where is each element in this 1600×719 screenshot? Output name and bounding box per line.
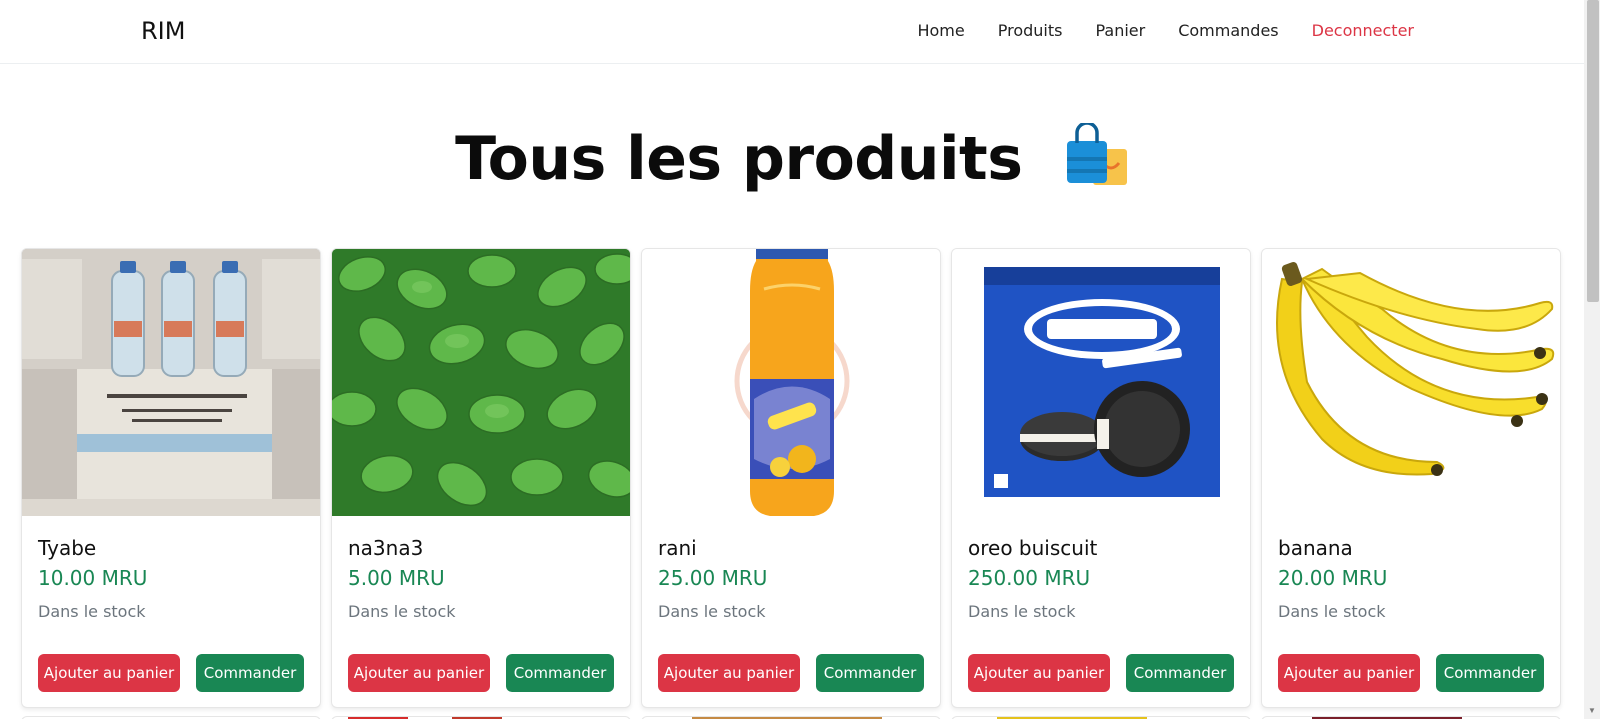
page-title: Tous les produits xyxy=(0,123,1584,195)
order-button[interactable]: Commander xyxy=(1436,654,1544,692)
add-to-cart-button[interactable]: Ajouter au panier xyxy=(38,654,180,692)
product-card-body: rani 25.00 MRU Dans le stock xyxy=(658,536,924,621)
product-name: banana xyxy=(1278,536,1353,560)
oreo-box-image[interactable] xyxy=(952,249,1250,516)
product-price: 10.00 MRU xyxy=(38,566,148,590)
product-grid: Tyabe 10.00 MRU Dans le stock Ajouter au… xyxy=(21,248,1561,708)
nav-deconnecter[interactable]: Deconnecter xyxy=(1312,21,1414,40)
product-card-body: oreo buiscuit 250.00 MRU Dans le stock xyxy=(968,536,1234,621)
product-stock-status: Dans le stock xyxy=(658,602,766,621)
product-price: 25.00 MRU xyxy=(658,566,768,590)
product-card: rani 25.00 MRU Dans le stock Ajouter au … xyxy=(641,248,941,708)
product-price: 20.00 MRU xyxy=(1278,566,1388,590)
product-card-body: Tyabe 10.00 MRU Dans le stock xyxy=(38,536,304,621)
product-stock-status: Dans le stock xyxy=(348,602,456,621)
product-stock-status: Dans le stock xyxy=(968,602,1076,621)
product-card: oreo buiscuit 250.00 MRU Dans le stock A… xyxy=(951,248,1251,708)
product-card: banana 20.00 MRU Dans le stock Ajouter a… xyxy=(1261,248,1561,708)
product-price: 250.00 MRU xyxy=(968,566,1091,590)
scroll-down-icon[interactable]: ▼ xyxy=(1588,707,1596,715)
product-name: oreo buiscuit xyxy=(968,536,1098,560)
mint-leaves-image[interactable] xyxy=(332,249,630,516)
add-to-cart-button[interactable]: Ajouter au panier xyxy=(658,654,800,692)
product-price: 5.00 MRU xyxy=(348,566,445,590)
order-button[interactable]: Commander xyxy=(816,654,924,692)
add-to-cart-button[interactable]: Ajouter au panier xyxy=(1278,654,1420,692)
product-stock-status: Dans le stock xyxy=(1278,602,1386,621)
order-button[interactable]: Commander xyxy=(196,654,304,692)
product-name: rani xyxy=(658,536,697,560)
product-card-body: banana 20.00 MRU Dans le stock xyxy=(1278,536,1544,621)
nav-home[interactable]: Home xyxy=(917,21,964,40)
nav-commandes[interactable]: Commandes xyxy=(1178,21,1278,40)
page-scrollbar[interactable]: ▼ xyxy=(1584,0,1600,719)
nav-produits[interactable]: Produits xyxy=(998,21,1063,40)
product-card: Tyabe 10.00 MRU Dans le stock Ajouter au… xyxy=(21,248,321,708)
water-bottles-image[interactable] xyxy=(22,249,320,516)
product-name: na3na3 xyxy=(348,536,424,560)
juice-bottle-image[interactable] xyxy=(642,249,940,516)
product-stock-status: Dans le stock xyxy=(38,602,146,621)
product-card-body: na3na3 5.00 MRU Dans le stock xyxy=(348,536,614,621)
order-button[interactable]: Commander xyxy=(506,654,614,692)
brand-logo[interactable]: RIM xyxy=(141,17,185,45)
navbar: RIM Home Produits Panier Commandes Decon… xyxy=(0,0,1584,64)
add-to-cart-button[interactable]: Ajouter au panier xyxy=(348,654,490,692)
banana-image[interactable] xyxy=(1262,249,1560,516)
scrollbar-thumb[interactable] xyxy=(1587,0,1599,302)
product-name: Tyabe xyxy=(38,536,97,560)
order-button[interactable]: Commander xyxy=(1126,654,1234,692)
product-card: na3na3 5.00 MRU Dans le stock Ajouter au… xyxy=(331,248,631,708)
page-title-text: Tous les produits xyxy=(455,124,1023,194)
shopping-bags-icon xyxy=(1066,123,1127,186)
add-to-cart-button[interactable]: Ajouter au panier xyxy=(968,654,1110,692)
nav-panier[interactable]: Panier xyxy=(1095,21,1145,40)
nav-links: Home Produits Panier Commandes Deconnect… xyxy=(884,21,1414,40)
